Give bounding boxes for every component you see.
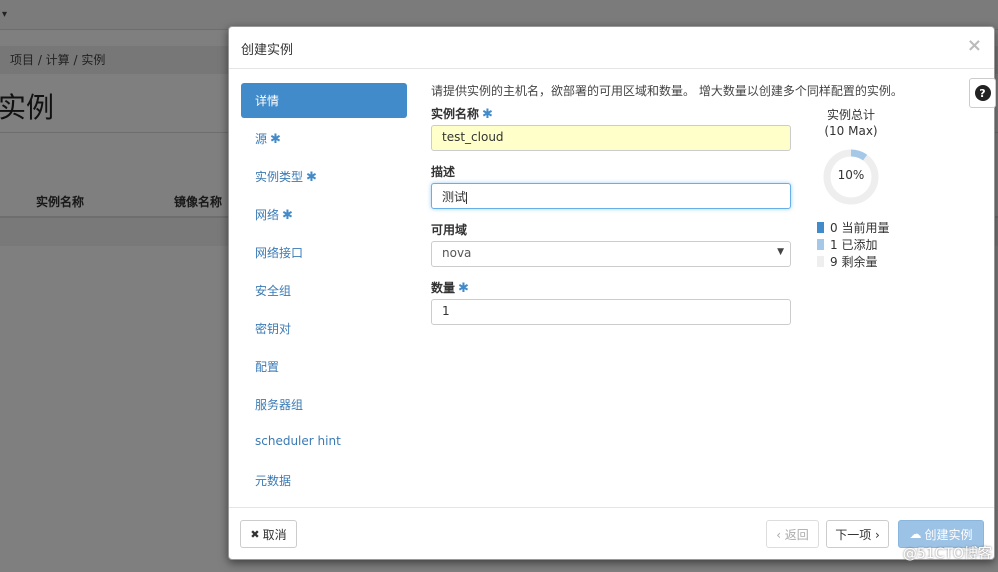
- wizard-step[interactable]: 实例类型 ✱: [241, 158, 407, 196]
- question-icon: ?: [974, 85, 991, 101]
- back-button[interactable]: ‹ 返回: [766, 520, 819, 548]
- availability-zone-value: nova: [442, 246, 472, 260]
- wizard-step[interactable]: 网络接口: [241, 234, 407, 272]
- quota-legend: 0 当前用量 1 已添加 9 剩余量: [817, 219, 889, 270]
- instance-name-label-text: 实例名称: [431, 107, 480, 121]
- text-cursor: [466, 191, 468, 204]
- wizard-step-label: 网络: [255, 208, 280, 222]
- watermark: @51CTO博客: [902, 546, 992, 562]
- wizard-step-label: 配置: [255, 360, 280, 374]
- count-label: 数量 ✱: [431, 279, 793, 299]
- wizard-step-label: 密钥对: [255, 322, 292, 336]
- legend-item: 1 已添加: [817, 236, 889, 253]
- wizard-step-label: scheduler hint: [255, 434, 341, 448]
- instance-name-input[interactable]: test_cloud: [431, 125, 791, 151]
- instance-name-label: 实例名称 ✱: [431, 105, 793, 125]
- wizard-step-label: 服务器组: [255, 398, 304, 412]
- modal-title: 创建实例: [241, 43, 294, 58]
- required-icon: ✱: [458, 281, 469, 296]
- wizard-step[interactable]: 安全组: [241, 272, 407, 310]
- wizard-step-label: 安全组: [255, 284, 292, 298]
- wizard-step[interactable]: 配置: [241, 348, 407, 386]
- legend-text: 0 当前用量: [830, 221, 890, 235]
- next-button[interactable]: 下一项 ›: [826, 520, 889, 548]
- wizard-step[interactable]: 源 ✱: [241, 120, 407, 158]
- count-input[interactable]: 1: [431, 299, 791, 325]
- launch-instance-modal: 创建实例 × ? 详情源 ✱ 实例类型 ✱ 网络 ✱ 网络接口 安全组 密钥对 配置 服务器组 sch…: [228, 26, 996, 560]
- intro-text: 请提供实例的主机名，欲部署的可用区域和数量。 增大数量以创建多个同样配置的实例。: [431, 84, 903, 98]
- wizard-step-label: 元数据: [255, 474, 292, 488]
- wizard-step[interactable]: 元数据: [241, 462, 407, 500]
- required-icon: ✱: [270, 132, 281, 147]
- modal-footer: ✖ 取消 ‹ 返回 下一项 › ☁ 创建实例: [229, 507, 994, 559]
- details-form: 请提供实例的主机名，欲部署的可用区域和数量。 增大数量以创建多个同样配置的实例。…: [431, 82, 903, 325]
- required-icon: ✱: [482, 107, 493, 122]
- wizard-step-label: 实例类型: [255, 170, 304, 184]
- legend-text: 1 已添加: [830, 238, 878, 252]
- availability-zone-select[interactable]: nova ▼: [431, 241, 791, 267]
- quota-title: 实例总计: [826, 108, 875, 122]
- wizard-step[interactable]: 服务器组: [241, 386, 407, 424]
- legend-swatch: [817, 222, 824, 233]
- wizard-steps: 详情源 ✱ 实例类型 ✱ 网络 ✱ 网络接口 安全组 密钥对 配置 服务器组 scheduler hi…: [241, 83, 407, 500]
- quota-max: (10 Max): [824, 124, 878, 138]
- legend-swatch: [817, 256, 824, 267]
- cancel-label: 取消: [262, 527, 287, 542]
- modal-header: 创建实例: [229, 27, 994, 69]
- close-icon: ✖: [250, 527, 260, 541]
- wizard-step-label: 网络接口: [255, 246, 304, 260]
- wizard-step-label: 源: [255, 132, 268, 146]
- legend-item: 0 当前用量: [817, 219, 889, 236]
- required-icon: ✱: [306, 170, 317, 185]
- legend-text: 9 剩余量: [830, 255, 878, 269]
- instance-quota: 实例总计 (10 Max) 10%: [811, 107, 891, 207]
- description-input[interactable]: 测试: [431, 183, 791, 209]
- wizard-step[interactable]: scheduler hint: [241, 424, 407, 462]
- close-icon[interactable]: ×: [967, 35, 982, 56]
- description-label: 描述: [431, 165, 456, 179]
- create-label: 创建实例: [924, 527, 973, 542]
- quota-percent: 10%: [837, 168, 865, 182]
- wizard-step[interactable]: 密钥对: [241, 310, 407, 348]
- cancel-button[interactable]: ✖ 取消: [240, 520, 297, 548]
- help-button[interactable]: ?: [969, 78, 996, 108]
- count-label-text: 数量: [431, 281, 456, 295]
- wizard-step-label: 详情: [255, 94, 280, 108]
- wizard-step[interactable]: 详情: [241, 83, 407, 118]
- legend-item: 9 剩余量: [817, 253, 889, 270]
- legend-swatch: [817, 239, 824, 250]
- required-icon: ✱: [282, 208, 293, 223]
- cloud-upload-icon: ☁: [909, 527, 922, 541]
- select-arrow-icon: ▼: [777, 247, 784, 257]
- quota-donut-chart: 10%: [821, 147, 881, 207]
- wizard-step[interactable]: 网络 ✱: [241, 196, 407, 234]
- description-value: 测试: [442, 190, 467, 204]
- availability-zone-label: 可用域: [431, 223, 468, 237]
